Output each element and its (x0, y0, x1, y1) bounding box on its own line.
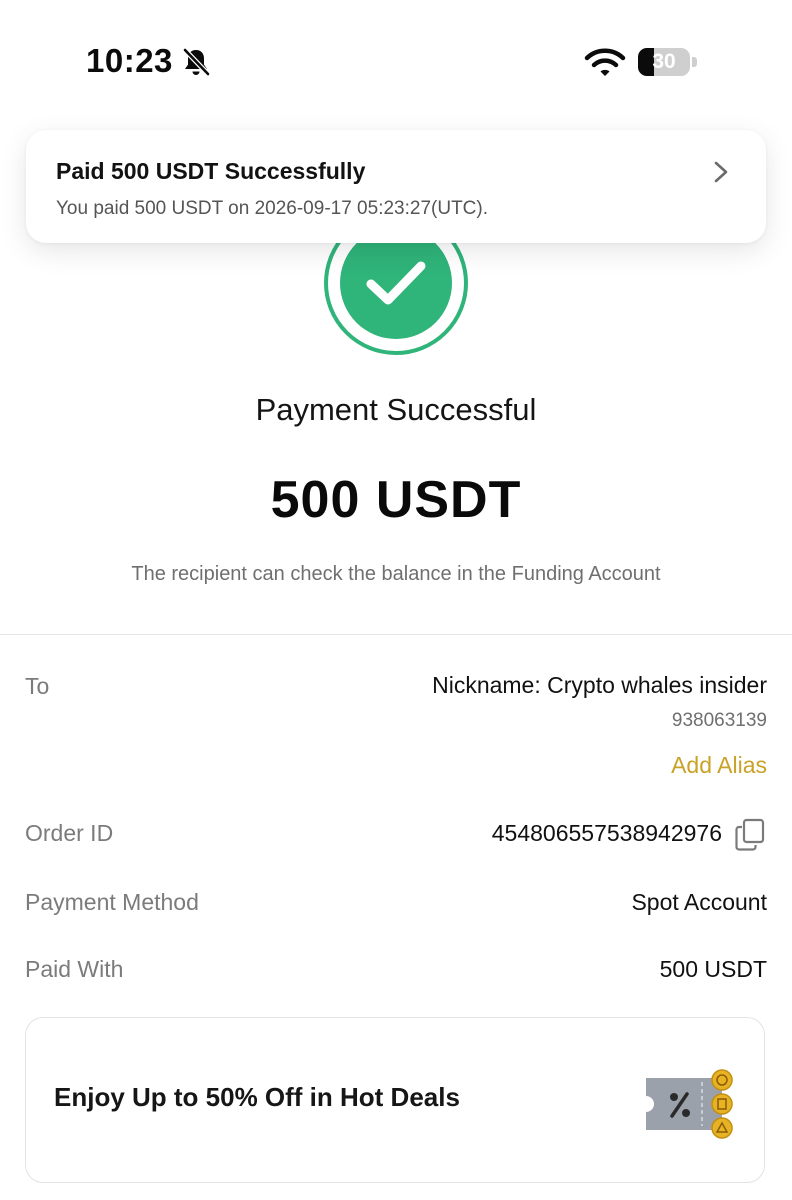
notification-title: Paid 500 USDT Successfully (56, 158, 366, 184)
recipient-id: 938063139 (671, 710, 767, 731)
bell-off-icon (182, 47, 211, 77)
battery-icon: 30 (638, 48, 698, 78)
order-id-value: 454806557538942976 (491, 820, 722, 846)
payment-status-title: Payment Successful (255, 392, 537, 427)
section-divider (0, 634, 792, 635)
payment-method-value: Spot Account (631, 889, 767, 915)
payment-amount: 500 USDT (270, 471, 522, 529)
recipient-nickname: Nickname: Crypto whales insider (432, 672, 767, 698)
order-id-label: Order ID (25, 820, 114, 846)
status-time: 10:23 (86, 42, 173, 79)
copy-icon[interactable] (734, 818, 766, 852)
status-bar: 10:23 30 (0, 0, 792, 110)
payment-notification-banner[interactable]: Paid 500 USDT Successfully You paid 500 … (26, 130, 766, 243)
discount-coupon-icon (646, 1069, 733, 1139)
wifi-icon (584, 48, 626, 76)
add-alias-link[interactable]: Add Alias (671, 752, 767, 779)
paid-with-label: Paid With (25, 956, 124, 982)
paid-with-value: 500 USDT (659, 956, 767, 982)
notification-message: You paid 500 USDT on 2026-09-17 05:23:27… (56, 198, 488, 219)
promo-title: Enjoy Up to 50% Off in Hot Deals (54, 1082, 460, 1112)
battery-level: 30 (652, 50, 676, 73)
funding-account-note: The recipient can check the balance in t… (131, 563, 661, 585)
to-label: To (25, 673, 50, 699)
hot-deals-promo-card[interactable]: Enjoy Up to 50% Off in Hot Deals (25, 1017, 765, 1183)
chevron-right-icon (714, 161, 728, 183)
payment-method-label: Payment Method (25, 889, 199, 915)
